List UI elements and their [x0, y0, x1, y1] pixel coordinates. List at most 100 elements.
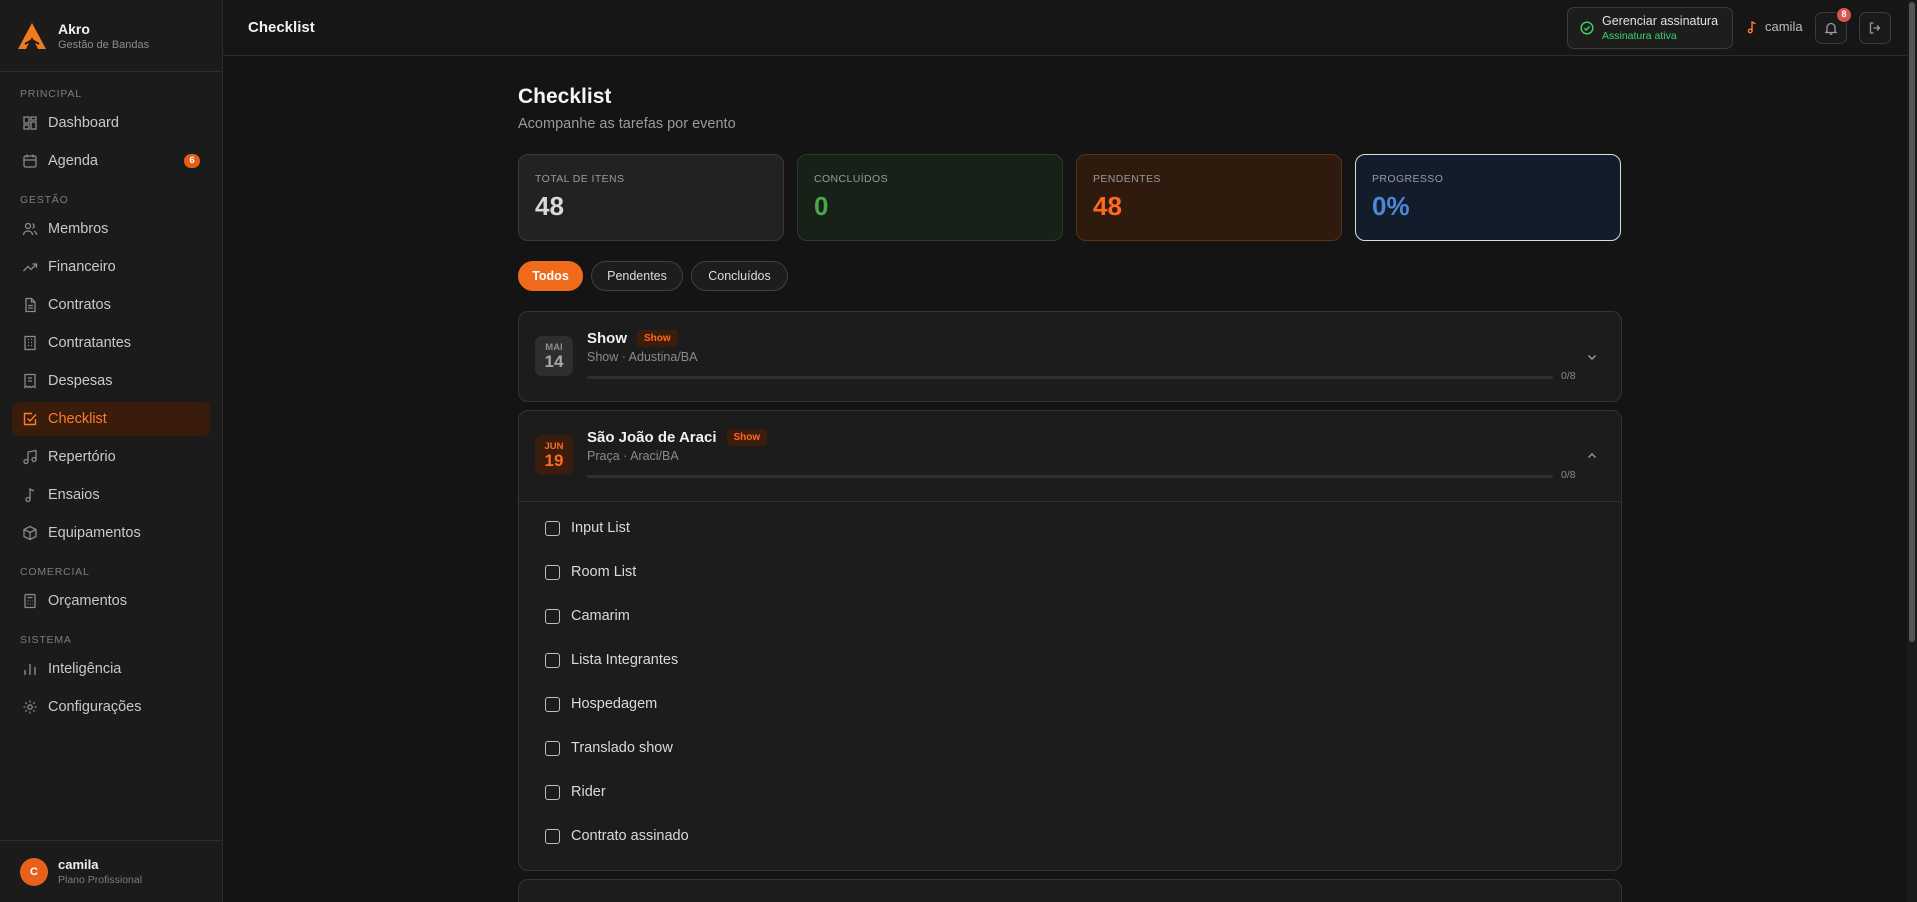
stat-value: 0: [814, 191, 829, 221]
sidebar-item-despesas[interactable]: Despesas: [12, 364, 210, 398]
checklist-item[interactable]: Room List: [519, 550, 1621, 594]
sidebar-item-inteligencia[interactable]: Inteligência: [12, 652, 210, 686]
sidebar-item-label: Despesas: [48, 373, 113, 389]
event-progress-count: 0/8: [1561, 469, 1576, 481]
check-circle-icon: [1580, 21, 1594, 35]
checkbox[interactable]: [545, 784, 560, 800]
building-icon: [22, 335, 38, 351]
checkbox[interactable]: [545, 608, 560, 624]
checklist-item-label: Room List: [571, 564, 637, 580]
event-title: Show: [587, 330, 627, 347]
stat-value: 0%: [1372, 191, 1410, 221]
event-header[interactable]: JUN 19 São João de Araci Show Praça · Ar…: [519, 411, 1621, 501]
filter-done-button[interactable]: Concluídos: [691, 261, 788, 291]
avatar: C: [20, 857, 48, 886]
stat-label: TOTAL DE ITENS: [535, 173, 625, 185]
event-progress-bar: [587, 475, 1553, 478]
checkbox-icon: [22, 411, 38, 427]
event-location: Show · Adustina/BA: [587, 350, 698, 364]
manage-subscription-button[interactable]: Gerenciar assinatura Assinatura ativa: [1567, 7, 1733, 49]
checklist-items: Input List Room List Camarim Lista Integ…: [519, 501, 1621, 858]
chevron-down-icon[interactable]: [1585, 350, 1599, 364]
users-icon: [22, 221, 38, 237]
receipt-icon: [22, 373, 38, 389]
event-date: MAI 14: [535, 336, 573, 376]
subscription-label: Gerenciar assinatura: [1602, 14, 1719, 28]
brand-subtitle: Gestão de Bandas: [58, 38, 150, 51]
event-card-next[interactable]: [518, 879, 1622, 902]
checkbox[interactable]: [545, 520, 560, 536]
checklist-item[interactable]: Hospedagem: [519, 682, 1621, 726]
checkbox[interactable]: [545, 740, 560, 756]
sidebar-item-contratos[interactable]: Contratos: [12, 288, 210, 322]
event-type-badge: Show: [726, 429, 768, 446]
event-type-badge: Show: [637, 330, 678, 347]
notifications-button[interactable]: 8: [1815, 7, 1852, 44]
page-title: Checklist: [518, 85, 612, 108]
checklist-item[interactable]: Input List: [519, 506, 1621, 550]
stat-label: PENDENTES: [1093, 173, 1161, 185]
event-month: MAI: [545, 341, 563, 353]
event-day: 19: [544, 450, 564, 470]
event-header[interactable]: MAI 14 Show Show Show · Adustina/BA 0/8: [519, 312, 1621, 402]
stat-value: 48: [1093, 191, 1122, 221]
sidebar-item-label: Inteligência: [48, 661, 122, 677]
checkbox[interactable]: [545, 564, 560, 580]
event-location: Praça · Araci/BA: [587, 449, 679, 463]
sidebar-item-ensaios[interactable]: Ensaios: [12, 478, 210, 512]
sidebar-item-checklist[interactable]: Checklist: [12, 402, 210, 436]
scrollbar[interactable]: [1907, 0, 1917, 902]
sidebar-item-label: Repertório: [48, 449, 116, 465]
sidebar-item-label: Checklist: [48, 411, 107, 427]
stat-completed: CONCLUÍDOS 0: [797, 154, 1063, 241]
sidebar-item-repertorio[interactable]: Repertório: [12, 440, 210, 474]
filter-all-button[interactable]: Todos: [518, 261, 583, 291]
event-name: São João de Araci Show: [587, 429, 768, 446]
sidebar-item-label: Dashboard: [48, 115, 119, 131]
sidebar-item-label: Contratos: [48, 297, 111, 313]
page-subtitle: Acompanhe as tarefas por evento: [518, 116, 736, 132]
logout-icon: [1869, 22, 1881, 34]
sidebar-item-membros[interactable]: Membros: [12, 212, 210, 246]
checklist-item[interactable]: Camarim: [519, 594, 1621, 638]
music-note-icon: [22, 487, 38, 503]
checklist-item-label: Lista Integrantes: [571, 652, 679, 668]
checkbox[interactable]: [545, 696, 560, 712]
checkbox[interactable]: [545, 652, 560, 668]
checklist-item-label: Rider: [571, 784, 606, 800]
brand[interactable]: Akro Gestão de Bandas: [0, 0, 222, 72]
scrollbar-thumb[interactable]: [1909, 2, 1915, 642]
checklist-item[interactable]: Contrato assinado: [519, 814, 1621, 858]
checklist-item[interactable]: Lista Integrantes: [519, 638, 1621, 682]
brand-name: Akro: [58, 20, 90, 37]
logout-button[interactable]: [1859, 12, 1891, 44]
checklist-item[interactable]: Translado show: [519, 726, 1621, 770]
user-plan: Plano Profissional: [58, 874, 143, 886]
sidebar-item-orcamentos[interactable]: Orçamentos: [12, 584, 210, 618]
topbar-user[interactable]: camila: [1745, 19, 1803, 34]
checklist-item[interactable]: Rider: [519, 770, 1621, 814]
nav-section-sistema: SISTEMA: [20, 634, 72, 646]
bar-chart-icon: [22, 661, 38, 677]
filter-pending-button[interactable]: Pendentes: [591, 261, 683, 291]
stat-value: 48: [535, 191, 564, 221]
nav-section-principal: PRINCIPAL: [20, 88, 82, 100]
calculator-icon: [22, 593, 38, 609]
sidebar-item-configuracoes[interactable]: Configurações: [12, 690, 210, 724]
chevron-up-icon[interactable]: [1585, 449, 1599, 463]
sidebar-item-dashboard[interactable]: Dashboard: [12, 106, 210, 140]
sidebar-item-equipamentos[interactable]: Equipamentos: [12, 516, 210, 550]
user-name: camila: [58, 857, 99, 872]
stat-label: CONCLUÍDOS: [814, 173, 889, 185]
sidebar-item-label: Contratantes: [48, 335, 132, 351]
notifications-badge: 8: [1836, 7, 1852, 23]
sidebar-item-financeiro[interactable]: Financeiro: [12, 250, 210, 284]
checkbox[interactable]: [545, 828, 560, 844]
trending-up-icon: [22, 259, 38, 275]
user-profile[interactable]: C camila Plano Profissional: [0, 840, 222, 902]
sidebar-item-contratantes[interactable]: Contratantes: [12, 326, 210, 360]
sidebar-item-agenda[interactable]: Agenda 6: [12, 144, 210, 178]
sidebar-item-label: Equipamentos: [48, 525, 141, 541]
checklist-item-label: Camarim: [571, 608, 630, 624]
event-progress-bar: [587, 376, 1553, 379]
